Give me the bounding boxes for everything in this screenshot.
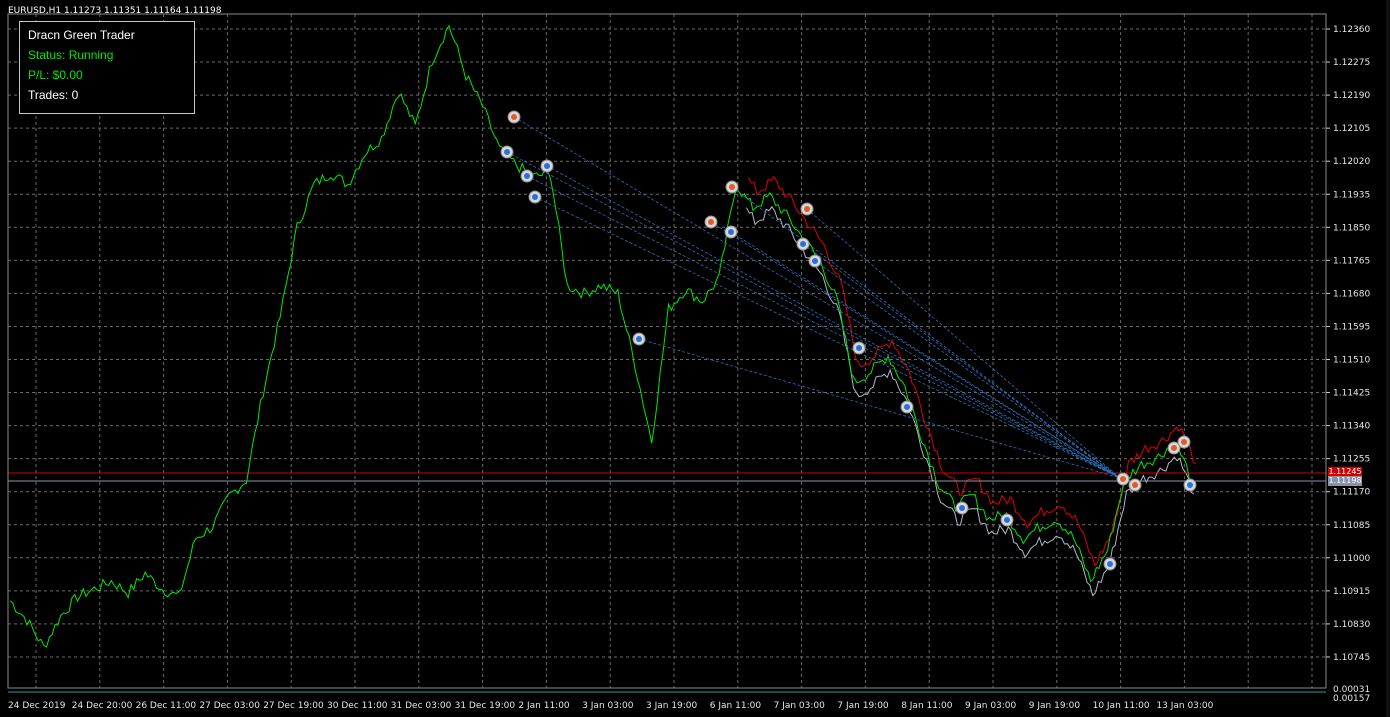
time-label: 24 Dec 2019 <box>8 701 66 711</box>
sell-signal-icon[interactable] <box>1177 435 1191 449</box>
price-label: 1.11850 <box>1333 223 1370 233</box>
order-link-line <box>731 186 1121 479</box>
price-label: 1.11425 <box>1333 389 1370 399</box>
price-label: 1.10745 <box>1333 653 1370 663</box>
price-tag-gray: 1.11198 <box>1328 476 1362 486</box>
price-label: 1.11765 <box>1333 256 1370 266</box>
order-link-line <box>730 231 1121 479</box>
sell-signal-icon[interactable] <box>507 110 521 124</box>
price-label: 1.11000 <box>1333 554 1370 564</box>
price-label: 1.11595 <box>1333 322 1370 332</box>
buy-signal-icon[interactable] <box>500 145 514 159</box>
time-label: 8 Jan 11:00 <box>901 701 953 711</box>
time-label: 3 Jan 03:00 <box>582 701 634 711</box>
time-label: 10 Jan 11:00 <box>1093 701 1150 711</box>
scroll-strip[interactable] <box>1386 0 1390 717</box>
sell-signal-icon[interactable] <box>704 215 718 229</box>
time-label: 27 Dec 03:00 <box>199 701 260 711</box>
buy-signal-icon[interactable] <box>796 237 810 251</box>
order-link-line <box>506 151 1121 479</box>
time-label: 24 Dec 20:00 <box>72 701 133 711</box>
chart-grid <box>8 14 1326 688</box>
time-label: 30 Dec 11:00 <box>327 701 388 711</box>
panel-trades: Trades: 0 <box>28 88 79 102</box>
price-label: 1.12275 <box>1333 58 1370 68</box>
time-label: 3 Jan 19:00 <box>646 701 698 711</box>
order-link-line <box>806 208 1121 479</box>
sell-signal-icon[interactable] <box>725 180 739 194</box>
buy-signal-icon[interactable] <box>540 159 554 173</box>
price-chart[interactable]: 1.12360 1.12275 1.12190 1.12105 1.12020 1.119… <box>0 0 1390 717</box>
time-label: 9 Jan 19:00 <box>1029 701 1081 711</box>
price-label: 1.12105 <box>1333 124 1370 134</box>
price-label: 1.11680 <box>1333 289 1370 299</box>
time-label: 31 Dec 19:00 <box>455 701 516 711</box>
sell-signal-icon[interactable] <box>1128 478 1142 492</box>
time-label: 31 Dec 03:00 <box>391 701 452 711</box>
time-label: 13 Jan 03:00 <box>1156 701 1213 711</box>
panel-status: Status: Running <box>28 48 114 62</box>
order-link-line <box>534 196 1121 479</box>
time-label: 26 Dec 11:00 <box>136 701 197 711</box>
price-line <box>9 24 1193 648</box>
buy-signal-icon[interactable] <box>1103 557 1117 571</box>
order-link-line <box>546 165 1121 479</box>
price-label: 1.10830 <box>1333 620 1370 630</box>
price-label: 1.11085 <box>1333 521 1370 531</box>
time-label: 7 Jan 03:00 <box>774 701 826 711</box>
order-link-line <box>513 116 1121 479</box>
panel-pl: P/L: $0.00 <box>28 68 83 82</box>
buy-signal-icon[interactable] <box>520 169 534 183</box>
ea-info-panel: Dracn Green Trader Status: Running P/L: … <box>19 21 195 114</box>
time-label: 9 Jan 03:00 <box>965 701 1017 711</box>
price-series <box>9 24 1193 648</box>
price-label: 1.11255 <box>1333 455 1370 465</box>
buy-signal-icon[interactable] <box>808 254 822 268</box>
buy-signal-icon[interactable] <box>955 501 969 515</box>
trade-signals <box>500 110 1197 571</box>
price-label: 1.12190 <box>1333 91 1370 101</box>
buy-signal-icon[interactable] <box>1183 478 1197 492</box>
buy-signal-icon[interactable] <box>632 332 646 346</box>
order-link-line <box>802 243 1121 479</box>
chart-frame <box>7 13 1327 689</box>
buy-signal-icon[interactable] <box>528 190 542 204</box>
price-label: 1.11340 <box>1333 422 1370 432</box>
buy-signal-icon[interactable] <box>1000 513 1014 527</box>
buy-signal-icon[interactable] <box>852 341 866 355</box>
price-label: 1.10915 <box>1333 587 1370 597</box>
order-link-line <box>526 175 1121 479</box>
time-label: 2 Jan 11:00 <box>518 701 570 711</box>
panel-title: Dracn Green Trader <box>28 28 135 42</box>
price-label: 1.11510 <box>1333 356 1370 366</box>
sell-signal-icon[interactable] <box>1116 472 1130 486</box>
time-label: 7 Jan 19:00 <box>837 701 889 711</box>
price-label: 1.11935 <box>1333 190 1370 200</box>
buy-signal-icon[interactable] <box>900 400 914 414</box>
symbol-header: EURUSD,H1 1.11273 1.11351 1.11164 1.1119… <box>8 6 222 16</box>
sell-signal-icon[interactable] <box>800 202 814 216</box>
price-label: 1.12020 <box>1333 157 1370 167</box>
price-label: 1.12360 <box>1333 25 1370 35</box>
price-label: 1.11170 <box>1333 488 1370 498</box>
time-label: 27 Dec 19:00 <box>263 701 324 711</box>
price-label: 0.00157 <box>1333 694 1370 704</box>
time-label: 6 Jan 11:00 <box>710 701 762 711</box>
order-link-line <box>814 260 1121 479</box>
chart-axes: 1.12360 1.12275 1.12190 1.12105 1.12020 1.119… <box>7 13 1370 711</box>
buy-signal-icon[interactable] <box>724 225 738 239</box>
upper-band-line <box>748 175 1197 567</box>
